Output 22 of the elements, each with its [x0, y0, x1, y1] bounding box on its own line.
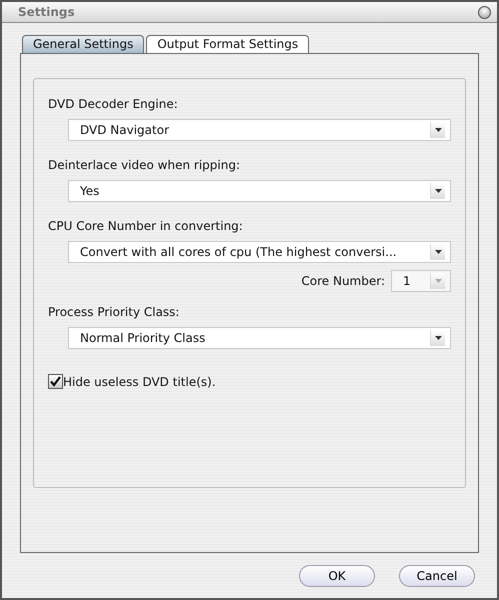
dialog-button[interactable]: OK — [299, 565, 375, 587]
field-label: Core Number: — [301, 274, 385, 288]
tab[interactable]: General Settings — [22, 35, 144, 53]
window-title: Settings — [18, 5, 75, 19]
field-label: Process Priority Class: — [48, 305, 180, 319]
dropdown-arrow-icon — [434, 189, 442, 193]
dropdown-arrow-icon — [434, 279, 442, 283]
field-label: DVD Decoder Engine: — [48, 97, 179, 111]
dropdown[interactable]: Convert with all cores of cpu (The highest conversi... — [68, 241, 451, 263]
field-label: CPU Core Number in converting: — [48, 219, 244, 233]
dialog-button[interactable]: Cancel — [399, 565, 475, 587]
field-label: Deinterlace video when ripping: — [48, 158, 241, 172]
dropdown-arrow-icon — [434, 250, 442, 254]
checkbox-label: Hide useless DVD title(s). — [63, 374, 216, 388]
dropdown-arrow-icon — [434, 128, 442, 132]
dropdown-arrow-icon — [434, 336, 442, 340]
dropdown[interactable]: Normal Priority Class — [68, 327, 451, 349]
close-button[interactable] — [478, 6, 491, 18]
checkbox[interactable] — [48, 374, 63, 389]
dropdown[interactable]: Yes — [68, 180, 451, 202]
dropdown[interactable]: DVD Navigator — [68, 119, 451, 141]
tab[interactable]: Output Format Settings — [146, 35, 310, 53]
